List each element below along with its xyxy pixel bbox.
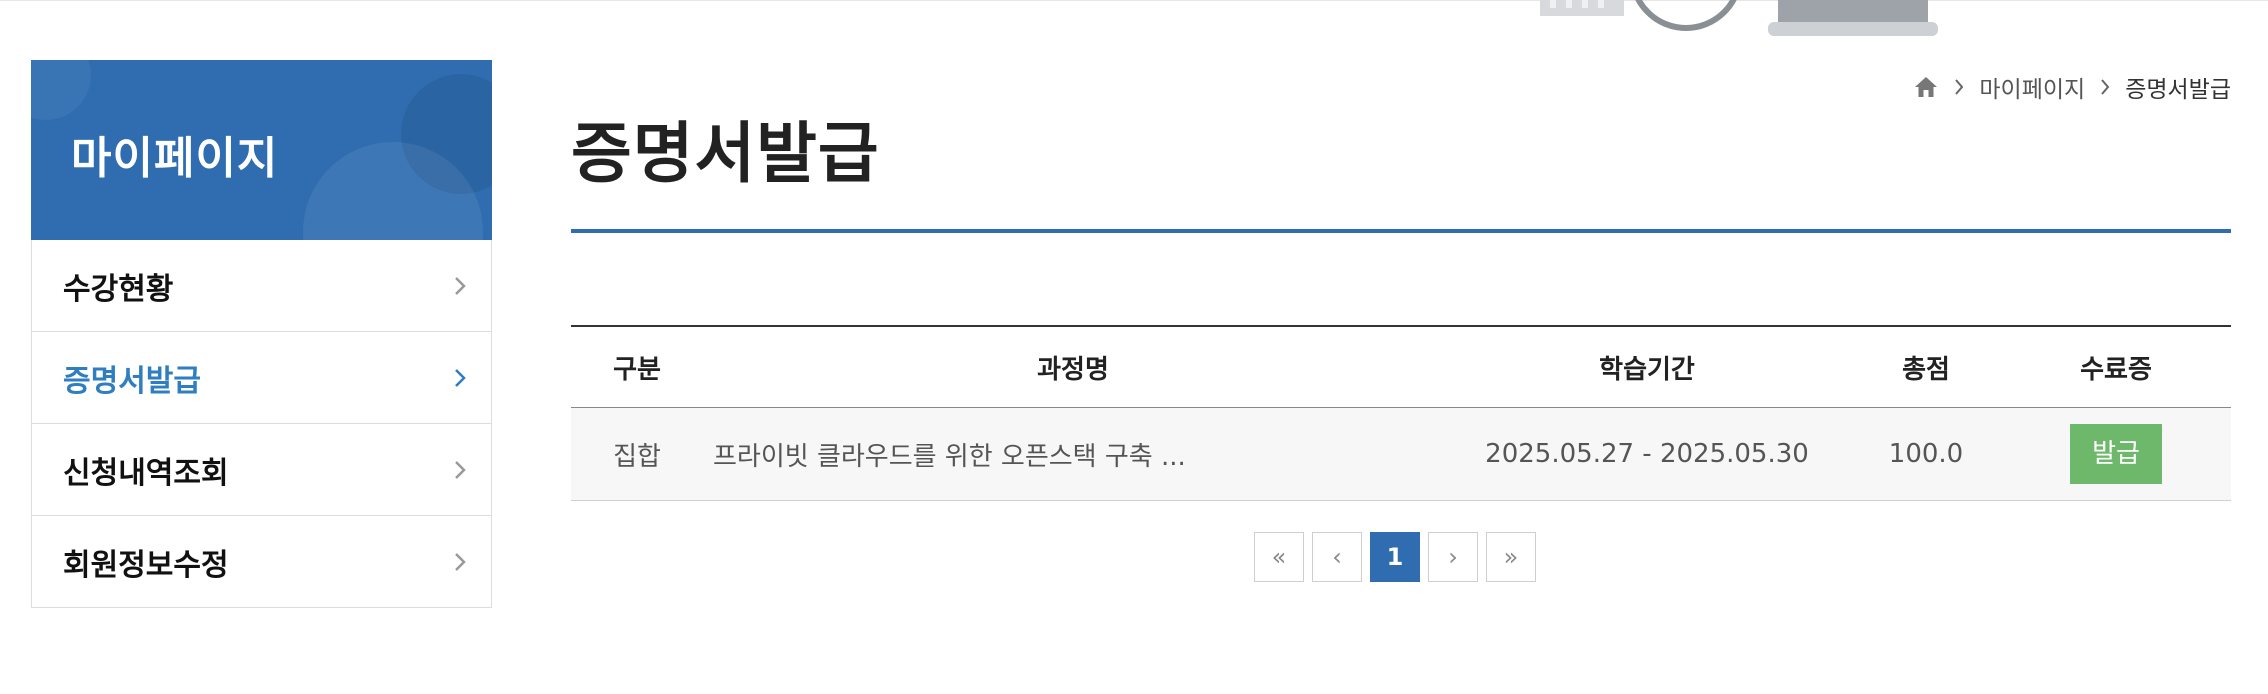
pagination: « ‹ 1 › » — [1254, 532, 1536, 582]
cell-period: 2025.05.27 - 2025.05.30 — [1443, 407, 1851, 501]
home-icon[interactable] — [1913, 75, 1939, 99]
title-divider — [571, 229, 2231, 233]
column-header-course: 과정명 — [703, 325, 1443, 408]
next-page-button[interactable]: › — [1428, 532, 1478, 582]
header-illustration — [1540, 0, 1938, 36]
chevron-right-icon — [455, 276, 466, 295]
sidebar-item-label: 수강현황 — [63, 271, 174, 307]
page-button-current[interactable]: 1 — [1370, 532, 1420, 582]
sidebar-item-course-status[interactable]: 수강현황 — [32, 240, 491, 331]
sidebar-header: 마이페이지 — [31, 60, 492, 240]
column-header-score: 총점 — [1851, 325, 2001, 408]
chevron-right-icon — [455, 368, 466, 387]
sidebar-item-certificate[interactable]: 증명서발급 — [32, 331, 491, 423]
chevron-right-icon — [455, 460, 466, 479]
column-header-period: 학습기간 — [1443, 325, 1851, 408]
table-row: 집합 프라이빗 클라우드를 위한 오픈스택 구축 ... 2025.05.27 … — [571, 407, 2231, 501]
sidebar-item-label: 회원정보수정 — [63, 547, 229, 583]
issue-button[interactable]: 발급 — [2070, 424, 2162, 484]
breadcrumb-item[interactable]: 마이페이지 — [1979, 70, 2085, 104]
column-header-certificate: 수료증 — [2001, 325, 2231, 408]
certificate-table: 구분 과정명 학습기간 총점 수료증 집합 프라이빗 클라우드를 위한 오픈스택… — [571, 325, 2231, 501]
cell-type: 집합 — [571, 407, 703, 501]
table-header-row: 구분 과정명 학습기간 총점 수료증 — [571, 325, 2231, 408]
chevron-right-icon — [455, 552, 466, 571]
page-title: 증명서발급 — [571, 115, 880, 192]
cell-certificate: 발급 — [2001, 407, 2231, 501]
sidebar-item-label: 증명서발급 — [63, 363, 201, 399]
column-header-type: 구분 — [571, 325, 703, 408]
sidebar: 마이페이지 수강현황 증명서발급 신청내역조회 회원정보수정 — [31, 60, 492, 608]
sidebar-title: 마이페이지 — [71, 133, 279, 184]
breadcrumb: 마이페이지 증명서발급 — [1913, 70, 2231, 104]
sidebar-item-application-history[interactable]: 신청내역조회 — [32, 423, 491, 515]
sidebar-menu: 수강현황 증명서발급 신청내역조회 회원정보수정 — [31, 240, 492, 608]
prev-page-button[interactable]: ‹ — [1312, 532, 1362, 582]
chevron-right-icon — [2101, 79, 2110, 95]
sidebar-item-label: 신청내역조회 — [63, 455, 229, 491]
cell-course: 프라이빗 클라우드를 위한 오픈스택 구축 ... — [703, 407, 1443, 501]
last-page-button[interactable]: » — [1486, 532, 1536, 582]
sidebar-item-member-info[interactable]: 회원정보수정 — [32, 515, 491, 607]
cell-score: 100.0 — [1851, 407, 2001, 501]
decorative-circle — [31, 60, 91, 120]
first-page-button[interactable]: « — [1254, 532, 1304, 582]
chevron-right-icon — [1955, 79, 1964, 95]
breadcrumb-current: 증명서발급 — [2125, 77, 2231, 103]
